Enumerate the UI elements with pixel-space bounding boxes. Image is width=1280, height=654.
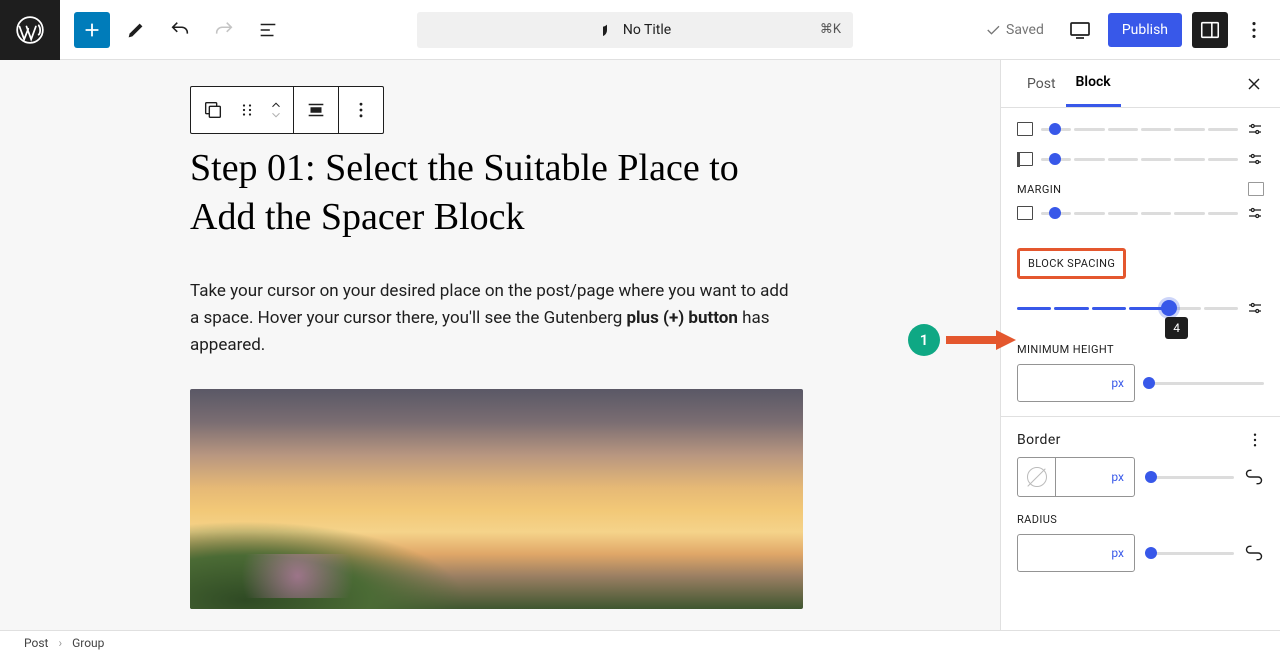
radius-label: RADIUS — [1017, 513, 1264, 526]
block-spacing-slider[interactable] — [1017, 301, 1238, 315]
preview-icon[interactable] — [1062, 12, 1098, 48]
border-section: Border — [1017, 431, 1264, 449]
sidebar-toggle-button[interactable] — [1192, 12, 1228, 48]
unlink-sides-icon[interactable] — [1244, 543, 1264, 563]
publish-button[interactable]: Publish — [1108, 13, 1182, 47]
border-input[interactable]: px — [1017, 457, 1135, 497]
min-height-row: px — [1017, 364, 1264, 402]
min-height-label: MINIMUM HEIGHT — [1017, 343, 1264, 356]
radius-slider[interactable] — [1145, 547, 1234, 559]
document-title-button[interactable]: No Title ⌘K — [417, 12, 853, 48]
paragraph[interactable]: Take your cursor on your desired place o… — [190, 278, 800, 360]
filters-icon[interactable] — [1246, 120, 1264, 138]
saved-indicator: Saved — [984, 21, 1044, 39]
align-icon[interactable] — [304, 98, 328, 122]
border-options-icon[interactable] — [1246, 431, 1264, 449]
add-block-button[interactable] — [74, 12, 110, 48]
redo-icon[interactable] — [206, 12, 242, 48]
min-height-field[interactable] — [1018, 376, 1088, 391]
radius-field[interactable] — [1018, 546, 1088, 561]
options-menu-icon[interactable] — [1236, 12, 1272, 48]
breadcrumb: Post › Group — [0, 630, 1280, 654]
edit-mode-icon[interactable] — [118, 12, 154, 48]
slider[interactable] — [1041, 152, 1238, 166]
min-height-slider[interactable] — [1143, 377, 1264, 389]
slider[interactable] — [1041, 122, 1238, 136]
slider[interactable] — [1041, 206, 1238, 220]
side-icon[interactable] — [1017, 152, 1033, 166]
page-heading[interactable]: Step 01: Select the Suitable Place to Ad… — [190, 144, 800, 243]
move-up-down[interactable] — [269, 100, 283, 120]
padding-row-2 — [1017, 150, 1264, 168]
unlink-sides-icon[interactable] — [1244, 467, 1264, 487]
side-icon[interactable] — [1017, 122, 1033, 136]
radius-row: px — [1017, 534, 1264, 572]
sidebar-tabs: Post Block — [1001, 60, 1280, 108]
tab-post[interactable]: Post — [1017, 60, 1066, 107]
unit-label[interactable]: px — [1111, 546, 1134, 560]
block-spacing-row: 4 — [1017, 299, 1264, 317]
group-block-icon[interactable] — [201, 98, 225, 122]
para-bold: plus (+) button — [626, 308, 737, 328]
wordpress-logo[interactable] — [0, 0, 60, 60]
tab-block[interactable]: Block — [1066, 60, 1121, 107]
margin-label: MARGIN — [1017, 182, 1264, 196]
document-overview-icon[interactable] — [250, 12, 286, 48]
border-row: px — [1017, 457, 1264, 497]
border-color-swatch[interactable] — [1018, 458, 1056, 496]
block-options-icon[interactable] — [349, 98, 373, 122]
hero-image[interactable] — [190, 389, 803, 609]
unit-label[interactable]: px — [1111, 376, 1134, 390]
close-sidebar-icon[interactable] — [1244, 74, 1264, 94]
settings-sidebar: Post Block — [1000, 60, 1280, 630]
filters-icon[interactable] — [1246, 150, 1264, 168]
slider-tooltip: 4 — [1165, 317, 1188, 339]
document-title: No Title — [623, 22, 671, 38]
filters-icon[interactable] — [1246, 299, 1264, 317]
breadcrumb-item[interactable]: Post — [24, 636, 48, 650]
border-slider[interactable] — [1145, 471, 1234, 483]
side-toggle-icon[interactable] — [1248, 182, 1264, 196]
breadcrumb-item[interactable]: Group — [72, 636, 104, 650]
block-toolbar — [190, 86, 384, 134]
editor-main: Step 01: Select the Suitable Place to Ad… — [0, 60, 1280, 630]
block-spacing-label: BLOCK SPACING — [1017, 248, 1126, 279]
padding-row-1 — [1017, 120, 1264, 138]
min-height-input[interactable]: px — [1017, 364, 1135, 402]
unit-label[interactable]: px — [1111, 470, 1134, 484]
kbd-hint: ⌘K — [820, 22, 841, 37]
breadcrumb-sep: › — [58, 636, 62, 650]
title-bar: No Title ⌘K — [286, 12, 984, 48]
top-toolbar: No Title ⌘K Saved Publish — [0, 0, 1280, 60]
side-icon[interactable] — [1017, 206, 1033, 220]
margin-row — [1017, 204, 1264, 222]
editor-canvas[interactable]: Step 01: Select the Suitable Place to Ad… — [0, 60, 1000, 630]
radius-input[interactable]: px — [1017, 534, 1135, 572]
filters-icon[interactable] — [1246, 204, 1264, 222]
undo-icon[interactable] — [162, 12, 198, 48]
drag-handle-icon[interactable] — [235, 98, 259, 122]
